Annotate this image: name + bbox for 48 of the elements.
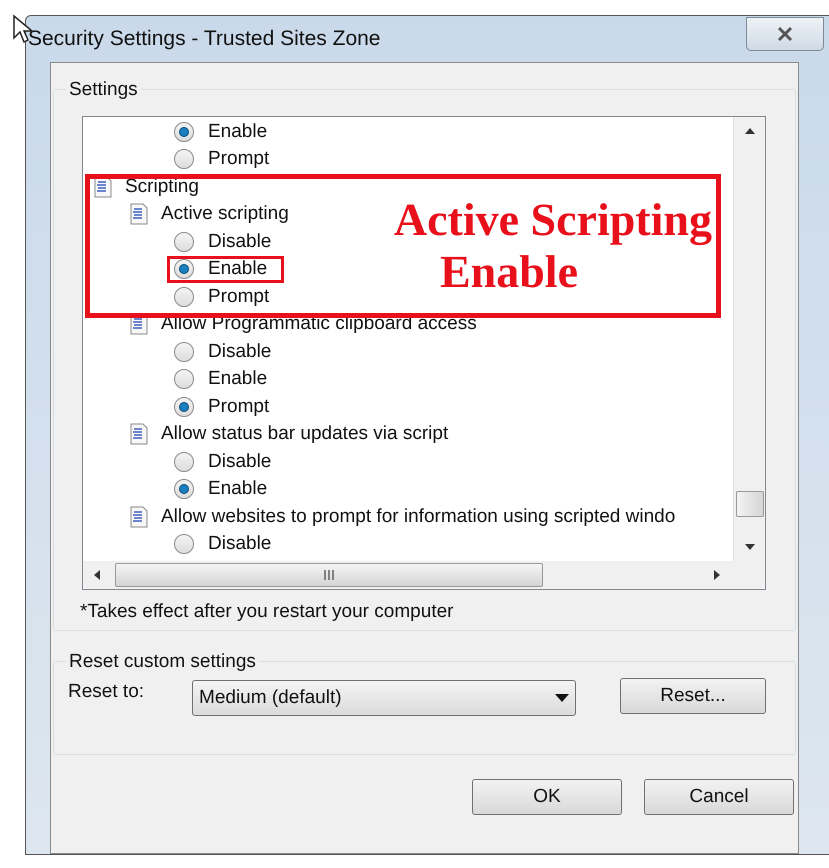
setting-group-label: Active scripting — [161, 202, 289, 226]
setting-group-label: Allow websites to prompt for information using scripted windo — [161, 504, 676, 528]
setting-group-label: Allow status bar updates via script — [161, 422, 448, 446]
scroll-left-icon[interactable] — [93, 569, 101, 581]
radio-option[interactable]: Enable — [167, 118, 284, 146]
close-button[interactable] — [746, 17, 824, 51]
settings-list[interactable] — [82, 116, 766, 590]
radio-option[interactable]: Enable — [167, 256, 284, 283]
radio-option[interactable]: Disable — [167, 448, 288, 476]
radio-option[interactable]: Disable — [167, 228, 288, 256]
radio-button[interactable] — [174, 369, 194, 390]
radio-button[interactable] — [174, 396, 194, 417]
scroll-right-icon[interactable] — [713, 569, 721, 581]
radio-button[interactable] — [174, 259, 194, 280]
radio-option[interactable]: Prompt — [167, 146, 286, 173]
radio-option[interactable]: Enable — [167, 366, 284, 393]
vertical-scrollbar[interactable] — [733, 117, 765, 561]
annotation-text: Enable — [440, 246, 578, 298]
radio-option[interactable]: Disable — [167, 338, 288, 366]
scroll-down-icon[interactable] — [744, 543, 756, 551]
radio-button[interactable] — [174, 479, 194, 500]
window-title: Security Settings - Trusted Sites Zone — [28, 26, 380, 52]
level-dropdown[interactable]: Medium (default) — [192, 680, 576, 716]
radio-option[interactable]: Prompt — [167, 283, 286, 310]
dialog-button[interactable]: OK — [472, 779, 622, 815]
scroll-up-icon[interactable] — [744, 127, 756, 135]
radio-option[interactable]: Prompt — [167, 393, 286, 420]
setting-group-label: Scripting — [125, 174, 199, 198]
horizontal-scrollbar[interactable] — [83, 561, 765, 589]
radio-button[interactable] — [174, 534, 194, 554]
scrollbar-thumb[interactable] — [115, 563, 543, 587]
radio-button[interactable] — [174, 232, 194, 252]
restart-note: *Takes effect after you restart your computer — [80, 600, 454, 624]
scrollbar-thumb[interactable] — [736, 491, 764, 517]
radio-button[interactable] — [174, 342, 194, 362]
close-icon — [776, 26, 794, 42]
radio-option[interactable]: Disable — [167, 530, 288, 558]
grip-icon — [323, 570, 335, 580]
dialog-button[interactable]: Cancel — [644, 779, 794, 815]
radio-button[interactable] — [174, 149, 194, 170]
dropdown-caret-icon — [555, 694, 569, 702]
radio-button[interactable] — [174, 286, 194, 307]
radio-option[interactable]: Enable — [167, 476, 284, 503]
dialog-button[interactable]: Reset... — [620, 678, 766, 714]
radio-button[interactable] — [174, 122, 194, 142]
reset-to-label: Reset to: — [68, 680, 146, 704]
radio-button[interactable] — [174, 452, 194, 472]
annotation-text: Active Scripting — [394, 194, 712, 246]
